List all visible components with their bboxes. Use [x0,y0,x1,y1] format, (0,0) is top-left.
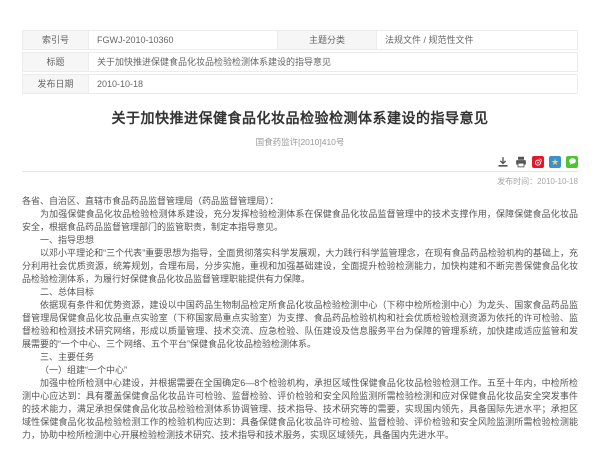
print-icon[interactable] [514,155,527,168]
document-body: 各省、自治区、直辖市食品药品监督管理局（药品监督管理局）： 为加强保健食品化妆品… [22,195,578,442]
document-meta-table: 索引号 FGWJ-2010-10360 主题分类 法规文件 / 规范性文件 标题… [22,30,578,94]
publish-time: 发布时间：2010-10-18 [22,176,578,187]
paragraph-guiding-ideology: 以邓小平理论和“三个代表”重要思想为指导，全面贯彻落实科学发展观，大力践行科学监… [22,247,578,286]
section-heading-2: 二、总体目标 [22,286,578,299]
meta-value-index-number: FGWJ-2010-10360 [89,31,277,49]
meta-value-publish-date: 2010-10-18 [89,75,577,93]
page-title: 关于加快推进保健食品化妆品检验检测体系建设的指导意见 [22,108,578,128]
article-toolbar: ★ [22,155,578,168]
meta-row-publish-date: 发布日期 2010-10-18 [22,74,578,94]
meta-label-title: 标题 [23,53,89,71]
meta-value-title: 关于加快推进保健食品化妆品检验检测体系建设的指导意见 [89,53,577,71]
meta-label-topic-category: 主题分类 [277,31,377,49]
paragraph-salutation: 各省、自治区、直辖市食品药品监督管理局（药品监督管理局）： [22,195,578,208]
meta-row-index: 索引号 FGWJ-2010-10360 主题分类 法规文件 / 规范性文件 [22,30,578,50]
document-number: 国食药监许[2010]410号 [22,136,578,148]
qzone-share-icon[interactable]: ★ [549,156,561,168]
title-divider [22,171,578,172]
section-heading-1: 一、指导思想 [22,234,578,247]
section-heading-3: 三、主要任务 [22,351,578,364]
meta-label-index-number: 索引号 [23,31,89,49]
paragraph-main-task-1: 加强中检所检测中心建设，并根据需要在全国确定6—8个检验机构，承担区域性保健食品… [22,377,578,442]
subsection-heading-3-1: （一）组建“一个中心” [22,364,578,377]
weibo-share-icon[interactable] [532,156,544,168]
paragraph-overall-goal: 依据现有条件和优势资源，建设以中国药品生物制品检定所食品化妆品检验检测中心（下称… [22,299,578,351]
meta-value-topic-category: 法规文件 / 规范性文件 [377,31,577,49]
meta-label-publish-date: 发布日期 [23,75,89,93]
download-icon[interactable] [496,155,509,168]
wechat-share-icon[interactable] [566,156,578,168]
document-page: 索引号 FGWJ-2010-10360 主题分类 法规文件 / 规范性文件 标题… [22,0,578,442]
paragraph-intro: 为加强保健食品化妆品检验检测体系建设，充分发挥检验检测体系在保健食品化妆品监督管… [22,208,578,234]
meta-row-title: 标题 关于加快推进保健食品化妆品检验检测体系建设的指导意见 [22,52,578,72]
